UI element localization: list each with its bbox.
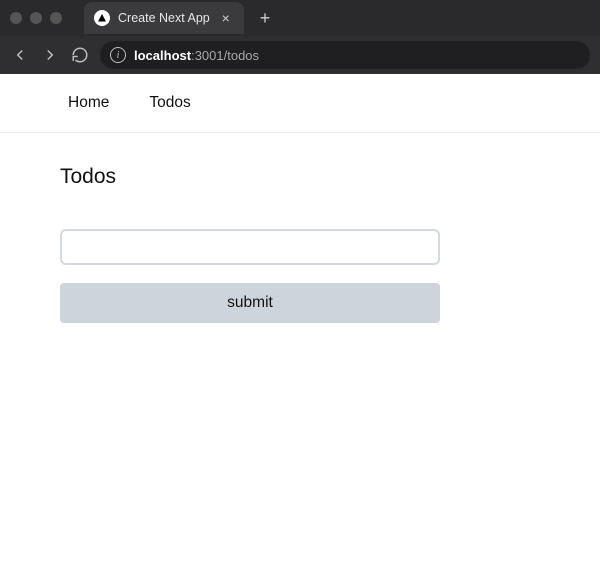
window-controls [10,12,62,24]
browser-toolbar: i localhost:3001/todos [0,36,600,74]
nav-link-home[interactable]: Home [68,94,109,112]
reload-icon[interactable] [70,45,90,65]
submit-button[interactable]: submit [60,283,440,323]
address-path: :3001/todos [191,48,259,63]
tab-close-icon[interactable]: × [218,11,234,25]
window-minimize-dot[interactable] [30,12,42,24]
address-host: localhost [134,48,191,63]
back-icon[interactable] [10,45,30,65]
window-maximize-dot[interactable] [50,12,62,24]
browser-chrome: Create Next App × + i localhost:3001/tod… [0,0,600,74]
titlebar: Create Next App × + [0,0,600,36]
site-info-icon[interactable]: i [110,47,126,63]
forward-icon[interactable] [40,45,60,65]
nav-link-todos[interactable]: Todos [149,94,190,112]
nextjs-favicon-icon [94,10,110,26]
address-bar[interactable]: i localhost:3001/todos [100,41,590,69]
page-viewport: Home Todos Todos submit [0,74,600,574]
todo-input[interactable] [60,229,440,265]
main-nav: Home Todos [0,74,600,133]
window-close-dot[interactable] [10,12,22,24]
page-title: Todos [60,165,540,189]
address-text: localhost:3001/todos [134,48,259,63]
browser-tab[interactable]: Create Next App × [84,2,244,34]
tab-title: Create Next App [118,11,210,25]
page-content: Todos submit [0,133,600,355]
new-tab-icon[interactable]: + [252,9,279,27]
